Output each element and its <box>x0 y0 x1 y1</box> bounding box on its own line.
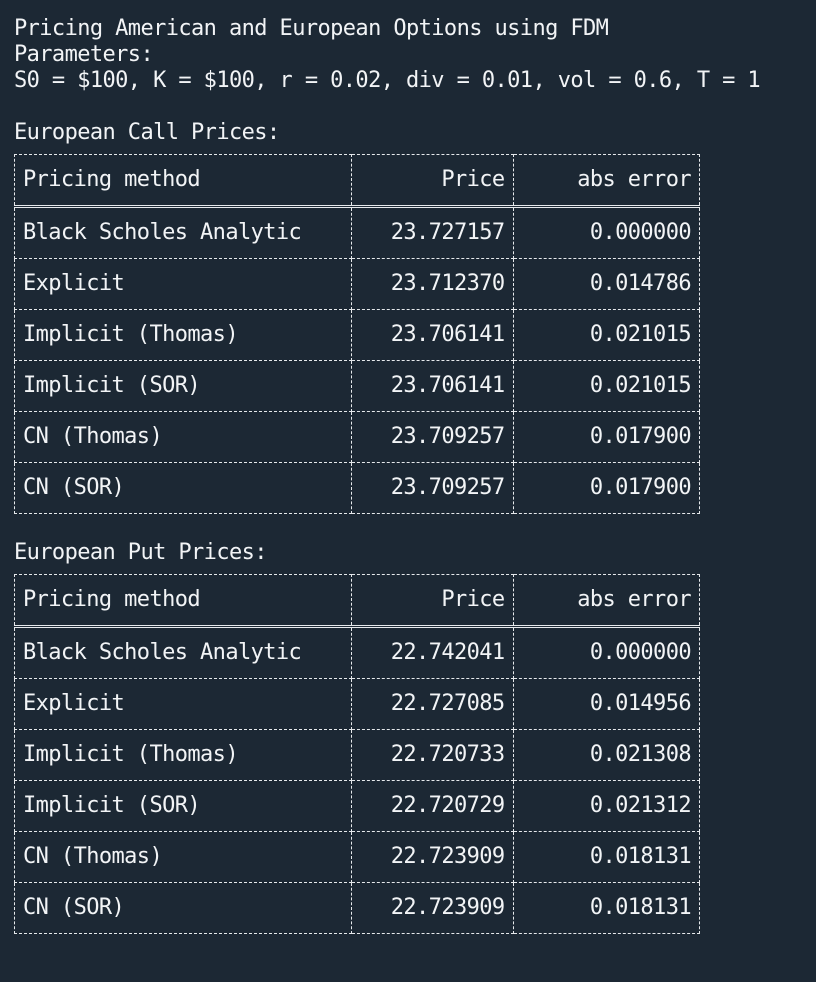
table-row: CN (SOR) 22.723909 0.018131 <box>14 882 701 934</box>
terminal-output: Pricing American and European Options us… <box>0 0 816 982</box>
table-row: Black Scholes Analytic 23.727157 0.00000… <box>14 206 701 259</box>
price-cell: 23.709257 <box>350 411 514 463</box>
method-cell: CN (SOR) <box>14 882 352 934</box>
price-cell: 23.727157 <box>350 206 514 259</box>
method-cell: Implicit (SOR) <box>14 360 352 412</box>
error-cell: 0.018131 <box>512 882 701 934</box>
error-cell: 0.014956 <box>512 678 701 730</box>
table-row: CN (Thomas) 23.709257 0.017900 <box>14 411 701 463</box>
price-cell: 22.720733 <box>350 729 514 781</box>
column-header-method: Pricing method <box>14 574 352 628</box>
error-cell: 0.017900 <box>512 462 701 514</box>
price-cell: 22.723909 <box>350 882 514 934</box>
table-row: Implicit (SOR) 23.706141 0.021015 <box>14 360 701 412</box>
table-row: Implicit (Thomas) 22.720733 0.021308 <box>14 729 701 781</box>
method-cell: CN (SOR) <box>14 462 352 514</box>
price-cell: 23.712370 <box>350 258 514 310</box>
price-cell: 22.742041 <box>350 626 514 679</box>
parameters-label: Parameters: <box>14 42 154 67</box>
table-header-row: Pricing method Price abs error <box>14 574 701 628</box>
price-cell: 22.723909 <box>350 831 514 883</box>
method-cell: Black Scholes Analytic <box>14 626 352 679</box>
method-cell: Implicit (SOR) <box>14 780 352 832</box>
table-row: Implicit (SOR) 22.720729 0.021312 <box>14 780 701 832</box>
price-cell: 23.706141 <box>350 309 514 361</box>
table-row: Black Scholes Analytic 22.742041 0.00000… <box>14 626 701 679</box>
error-cell: 0.014786 <box>512 258 701 310</box>
error-cell: 0.021308 <box>512 729 701 781</box>
parameters-values: S0 = $100, K = $100, r = 0.02, div = 0.0… <box>14 68 761 93</box>
call-table-title: European Call Prices: <box>14 120 280 145</box>
table-row: CN (Thomas) 22.723909 0.018131 <box>14 831 701 883</box>
price-cell: 22.727085 <box>350 678 514 730</box>
column-header-error: abs error <box>512 574 701 628</box>
price-cell: 23.709257 <box>350 462 514 514</box>
program-title: Pricing American and European Options us… <box>14 16 609 41</box>
error-cell: 0.000000 <box>512 206 701 259</box>
column-header-error: abs error <box>512 154 701 208</box>
put-prices-table: Pricing method Price abs error Black Sch… <box>14 574 701 934</box>
error-cell: 0.021015 <box>512 360 701 412</box>
method-cell: CN (Thomas) <box>14 411 352 463</box>
table-row: Implicit (Thomas) 23.706141 0.021015 <box>14 309 701 361</box>
error-cell: 0.017900 <box>512 411 701 463</box>
error-cell: 0.021015 <box>512 309 701 361</box>
method-cell: Explicit <box>14 258 352 310</box>
table-row: Explicit 23.712370 0.014786 <box>14 258 701 310</box>
method-cell: Explicit <box>14 678 352 730</box>
column-header-price: Price <box>350 574 514 628</box>
error-cell: 0.018131 <box>512 831 701 883</box>
method-cell: CN (Thomas) <box>14 831 352 883</box>
method-cell: Black Scholes Analytic <box>14 206 352 259</box>
error-cell: 0.000000 <box>512 626 701 679</box>
table-header-row: Pricing method Price abs error <box>14 154 701 208</box>
table-row: CN (SOR) 23.709257 0.017900 <box>14 462 701 514</box>
call-prices-table: Pricing method Price abs error Black Sch… <box>14 154 701 514</box>
method-cell: Implicit (Thomas) <box>14 309 352 361</box>
column-header-method: Pricing method <box>14 154 352 208</box>
put-table-title: European Put Prices: <box>14 540 268 565</box>
column-header-price: Price <box>350 154 514 208</box>
price-cell: 23.706141 <box>350 360 514 412</box>
error-cell: 0.021312 <box>512 780 701 832</box>
price-cell: 22.720729 <box>350 780 514 832</box>
method-cell: Implicit (Thomas) <box>14 729 352 781</box>
table-row: Explicit 22.727085 0.014956 <box>14 678 701 730</box>
